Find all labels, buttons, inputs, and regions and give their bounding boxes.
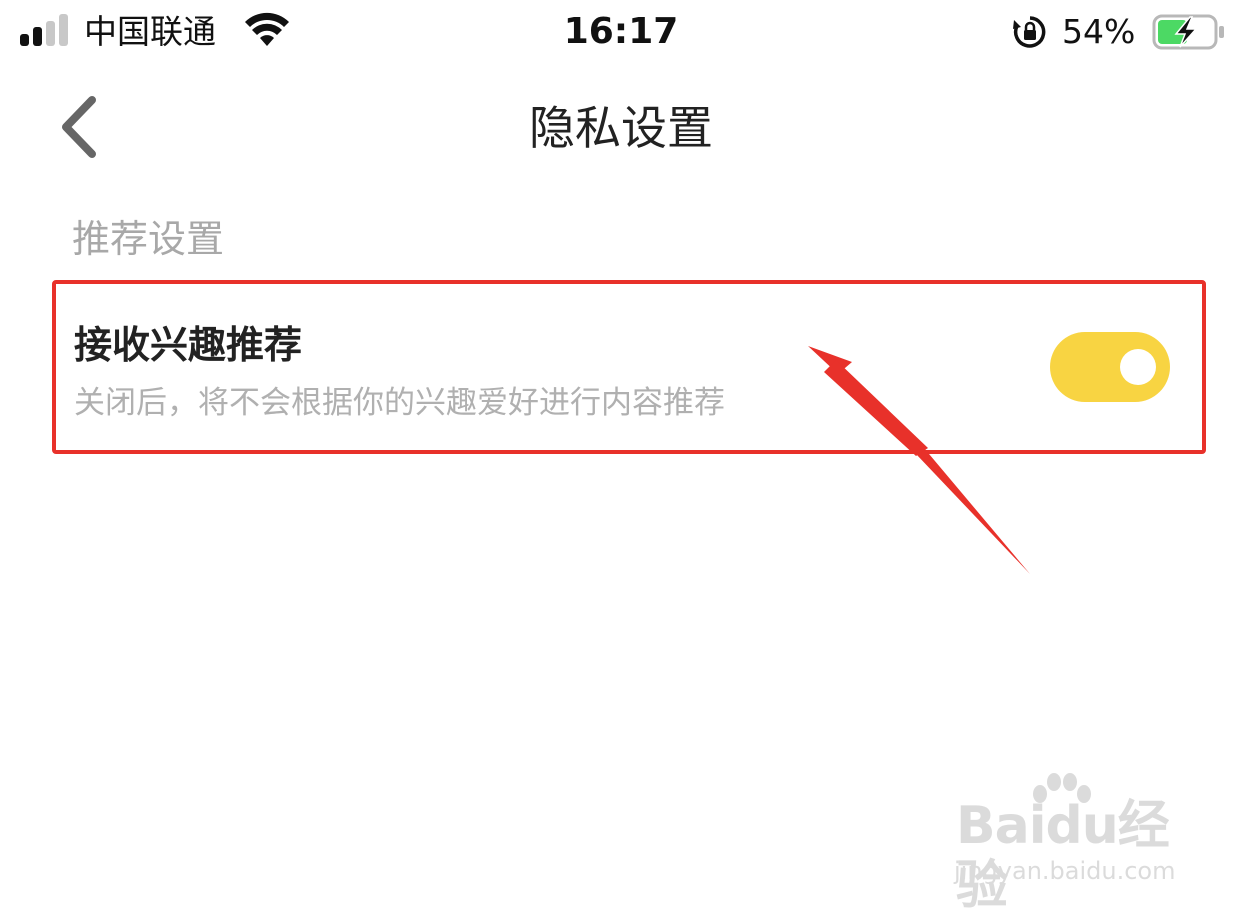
page-title: 隐私设置 — [529, 101, 713, 155]
interest-recommendation-toggle[interactable] — [1050, 332, 1170, 402]
nav-bar: 隐私设置 — [0, 66, 1242, 186]
status-time: 16:17 — [563, 11, 679, 52]
screen: 中国联通 16:17 54% 隐私设置 推荐设置 接收兴趣推荐 关闭后，将不会根… — [0, 0, 1242, 908]
battery-percent: 54% — [1062, 12, 1136, 51]
setting-title: 接收兴趣推荐 — [74, 323, 303, 367]
battery-charging-icon — [1152, 14, 1224, 50]
rotation-lock-icon — [1013, 16, 1046, 48]
watermark-url: jingyan.baidu.com — [954, 857, 1176, 885]
section-header: 推荐设置 — [72, 217, 225, 261]
status-bar: 中国联通 16:17 54% — [0, 0, 1242, 66]
toggle-knob — [1120, 349, 1156, 385]
setting-row-interest-recommendation[interactable]: 接收兴趣推荐 关闭后，将不会根据你的兴趣爱好进行内容推荐 — [52, 280, 1206, 454]
watermark: Baidu经验 jingyan.baidu.com — [950, 772, 1190, 908]
watermark-logo: Baidu经验 — [956, 796, 1170, 908]
setting-description: 关闭后，将不会根据你的兴趣爱好进行内容推荐 — [74, 385, 725, 421]
